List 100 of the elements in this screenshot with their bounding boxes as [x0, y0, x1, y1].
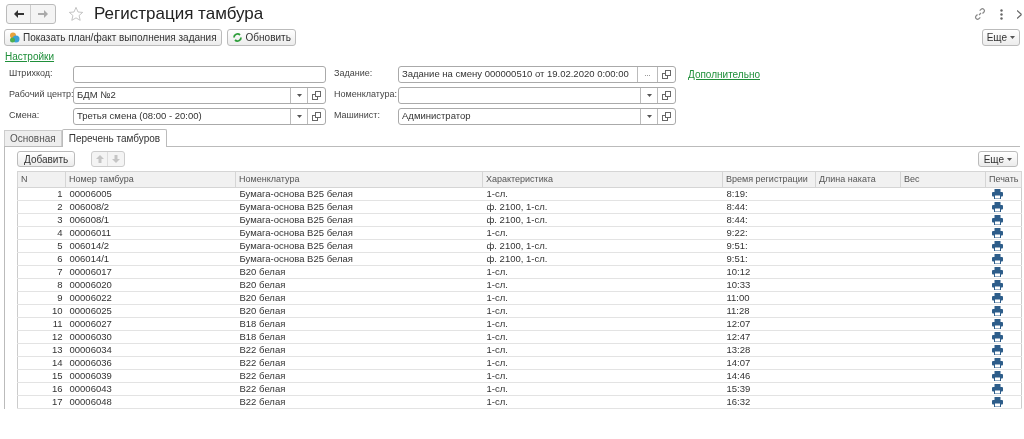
printer-icon[interactable] — [991, 280, 1003, 290]
printer-icon[interactable] — [991, 215, 1003, 225]
tab[interactable]: Перечень тамбуров — [61, 129, 168, 147]
table-cell: 12 — [17, 330, 66, 344]
field-label: Штрихкод: — [9, 67, 54, 81]
close-icon[interactable] — [1017, 9, 1022, 19]
column-header[interactable]: Время регистрации — [722, 171, 816, 188]
table-cell: 4 — [17, 226, 66, 240]
table-cell: 1 — [17, 187, 66, 201]
field-label: Рабочий центр: — [9, 88, 73, 102]
arrow-down-icon — [112, 155, 121, 163]
toolbar-button[interactable]: Обновить — [226, 28, 296, 46]
table-cell: 5 — [17, 239, 66, 253]
add-button[interactable]: Добавить — [17, 151, 76, 167]
field-label: Задание: — [334, 67, 374, 81]
table-cell: 17 — [17, 395, 66, 409]
toolbar-button[interactable]: Показать план/факт выполнения задания — [4, 28, 222, 46]
more-button[interactable]: Еще — [981, 28, 1020, 46]
table-cell: 8:44: — [722, 213, 816, 227]
printer-icon[interactable] — [991, 241, 1003, 251]
table-cell: 7 — [17, 265, 66, 279]
table-cell: 00006043 — [65, 382, 236, 396]
column-header[interactable]: Печать — [985, 171, 1022, 188]
tab[interactable]: Основная — [4, 130, 62, 146]
chart-icon — [9, 31, 20, 43]
printer-icon[interactable] — [991, 254, 1003, 264]
table-cell: 00006027 — [65, 317, 236, 331]
table-cell: 1-сл. — [482, 291, 723, 305]
arrow-up-icon — [95, 155, 104, 163]
printer-icon[interactable] — [991, 228, 1003, 238]
table-cell: 9:22: — [722, 226, 816, 240]
table-cell: B20 белая — [235, 265, 483, 279]
printer-icon[interactable] — [991, 267, 1003, 277]
printer-icon[interactable] — [991, 189, 1003, 199]
field-label: Номенклатура: — [334, 88, 398, 102]
input-field[interactable]: БДМ №2 — [73, 86, 326, 104]
input-field[interactable]: Задание на смену 000000510 от 19.02.2020 0:00:00 ... — [398, 65, 676, 83]
printer-icon[interactable] — [991, 332, 1003, 342]
table-cell: ф. 2100, 1-сл. — [482, 252, 723, 266]
more-button[interactable]: Еще — [977, 151, 1018, 167]
column-header[interactable]: Длина наката — [815, 171, 901, 188]
more-icon[interactable] — [1000, 8, 1003, 20]
table-cell: 00006034 — [65, 343, 236, 357]
table-cell: 14:46 — [722, 369, 816, 383]
input-field[interactable]: Администратор — [398, 107, 676, 125]
open-form-icon — [662, 90, 671, 100]
table-cell: 00006020 — [65, 278, 236, 292]
printer-icon[interactable] — [991, 319, 1003, 329]
table-cell: 1-сл. — [482, 356, 723, 370]
table-cell: 8:19: — [722, 187, 816, 201]
table-cell: 8 — [17, 278, 66, 292]
table-cell: 00006039 — [65, 369, 236, 383]
table-cell: ф. 2100, 1-сл. — [482, 239, 723, 253]
column-header[interactable]: Вес — [900, 171, 986, 188]
choose-button[interactable]: ... — [637, 66, 657, 82]
table-cell: 16 — [17, 382, 66, 396]
input-field[interactable] — [398, 86, 676, 104]
printer-icon[interactable] — [991, 358, 1003, 368]
table-cell: B22 белая — [235, 343, 483, 357]
caret-icon — [296, 114, 302, 118]
star-icon[interactable] — [68, 6, 84, 22]
table-cell: 8:44: — [722, 200, 816, 214]
printer-icon[interactable] — [991, 293, 1003, 303]
table-cell: B22 белая — [235, 356, 483, 370]
caret-icon — [1007, 157, 1012, 161]
open-form-icon — [312, 111, 321, 121]
printer-icon[interactable] — [991, 202, 1003, 212]
table-cell: 9:51: — [722, 239, 816, 253]
caret-icon — [296, 93, 302, 97]
column-header[interactable]: Характеристика — [482, 171, 723, 188]
table-cell: 00006011 — [65, 226, 236, 240]
printer-icon[interactable] — [991, 306, 1003, 316]
table-cell: 14:07 — [722, 356, 816, 370]
open-form-icon — [662, 111, 671, 121]
table-cell: ф. 2100, 1-сл. — [482, 213, 723, 227]
table-cell: 1-сл. — [482, 278, 723, 292]
table-cell: 00006022 — [65, 291, 236, 305]
settings-link[interactable]: Настройки — [5, 51, 55, 64]
caret-icon — [646, 93, 652, 97]
table-cell: Бумага-основа B25 белая — [235, 226, 483, 240]
open-form-icon — [312, 90, 321, 100]
table-cell: 00006036 — [65, 356, 236, 370]
table-cell: 00006030 — [65, 330, 236, 344]
table-cell: B18 белая — [235, 317, 483, 331]
printer-icon[interactable] — [991, 371, 1003, 381]
printer-icon[interactable] — [991, 384, 1003, 394]
table-cell: B22 белая — [235, 382, 483, 396]
input-field[interactable] — [73, 65, 326, 83]
table-cell: 1-сл. — [482, 187, 723, 201]
link-icon[interactable] — [974, 8, 986, 20]
column-header[interactable]: Номер тамбура — [65, 171, 236, 188]
table-cell: 00006017 — [65, 265, 236, 279]
table-cell: 11:00 — [722, 291, 816, 305]
column-header[interactable]: Номенклатура — [235, 171, 483, 188]
additional-link[interactable]: Дополнительно — [688, 67, 760, 79]
printer-icon[interactable] — [991, 345, 1003, 355]
column-header[interactable]: N — [17, 171, 66, 188]
input-field[interactable]: Третья смена (08:00 - 20:00) — [73, 107, 326, 125]
table-cell: 12:47 — [722, 330, 816, 344]
printer-icon[interactable] — [991, 397, 1003, 407]
